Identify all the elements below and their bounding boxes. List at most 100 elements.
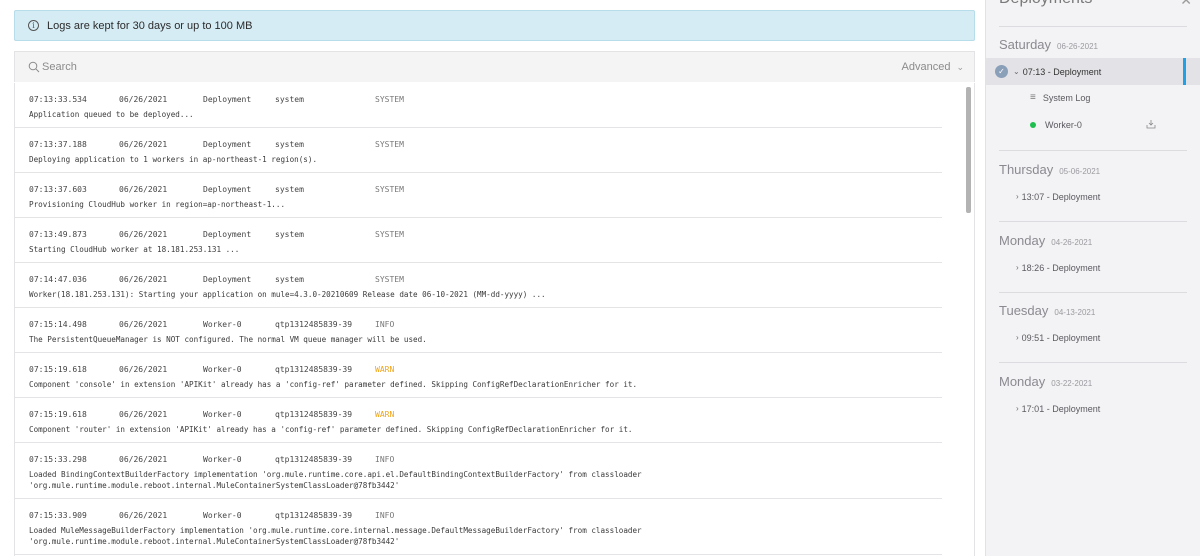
log-message: Application queued to be deployed... [29,110,194,119]
system-log-item[interactable]: ≡ System Log [986,84,1200,111]
day-header: Monday 03-22-2021 [999,374,1092,389]
log-entry[interactable]: 07:15:14.498 06/26/2021 Worker-0 qtp1312485… [15,308,942,353]
scrollbar[interactable] [966,87,972,556]
log-time: 07:15:33.298 [29,454,87,464]
log-entry[interactable]: 07:15:33.909 06/26/2021 Worker-0 qtp1312485… [15,499,942,555]
log-meta: 07:13:37.188 06/26/2021 Deployment system SY… [29,137,942,151]
day-date: 06-26-2021 [1057,42,1098,51]
chevron-down-icon: ⌄ [1013,67,1020,76]
log-source: Worker-0 [203,510,242,520]
log-entry[interactable]: 07:13:33.534 06/26/2021 Deployment system SY… [15,83,942,128]
sidebar-title: Deployments [999,0,1092,8]
deployment-item[interactable]: › 18:26 - Deployment [986,254,1200,281]
log-entry[interactable]: 07:13:37.603 06/26/2021 Deployment system SY… [15,173,942,218]
day-header: Thursday 05-06-2021 [999,162,1100,177]
log-source: Worker-0 [203,319,242,329]
log-thread: qtp1312485839-39 [275,409,353,419]
log-entry[interactable]: !07:15:19.61806/26/2021Worker-0qtp131248… [15,398,942,443]
log-source: Deployment [203,139,252,149]
log-date: 06/26/2021 [119,184,168,194]
divider [999,26,1187,27]
log-source: Deployment [203,184,252,194]
info-banner: i Logs are kept for 30 days or up to 100… [14,10,975,41]
advanced-search-toggle[interactable]: Advanced ⌄ [902,61,964,73]
log-time: 07:15:33.909 [29,510,87,520]
worker-item[interactable]: Worker-0 [986,111,1200,138]
log-thread: qtp1312485839-39 [275,454,353,464]
close-icon[interactable]: ✕ [1180,0,1192,9]
log-meta: 07:15:19.618 06/26/2021 Worker-0 qtp1312485… [29,407,942,421]
deployment-label: 09:51 - Deployment [1021,332,1101,343]
log-message: Component 'router' in extension 'APIKit'… [29,425,633,434]
check-icon: ✓ [995,65,1008,78]
search-bar: Advanced ⌄ [14,51,975,82]
log-time: 07:15:14.498 [29,319,87,329]
divider [999,362,1187,363]
day-name: Monday [999,374,1046,389]
deployment-label: 13:07 - Deployment [1021,191,1101,202]
log-meta: 07:15:33.909 06/26/2021 Worker-0 qtp1312485… [29,508,942,522]
log-time: 07:13:37.603 [29,184,87,194]
system-log-label: System Log [1042,92,1091,103]
log-meta: 07:15:14.498 06/26/2021 Worker-0 qtp1312485… [29,317,942,331]
advanced-label: Advanced [901,61,951,73]
log-level: SYSTEM [375,139,404,149]
log-source: Worker-0 [203,409,242,419]
log-date: 06/26/2021 [119,364,168,374]
log-meta: 07:13:49.873 06/26/2021 Deployment system SY… [29,227,942,241]
log-list[interactable]: 07:13:33.534 06/26/2021 Deployment system SY… [14,83,975,556]
deployments-sidebar: Deployments ✕ Saturday 06-26-2021 ✓ ⌄ 07… [985,0,1200,556]
log-meta: 07:13:37.603 06/26/2021 Deployment system SY… [29,182,942,196]
log-message: Provisioning CloudHub worker in region=a… [29,200,286,209]
deployment-item[interactable]: › 17:01 - Deployment [986,395,1200,422]
chevron-right-icon: › [1016,192,1019,201]
day-date: 05-06-2021 [1059,167,1101,176]
log-message: Starting CloudHub worker at 18.181.253.1… [29,245,240,254]
log-thread: qtp1312485839-39 [275,364,353,374]
log-meta: 07:14:47.036 06/26/2021 Deployment system SY… [29,272,942,286]
day-name: Thursday [999,162,1054,177]
log-meta: 07:15:19.618 06/26/2021 Worker-0 qtp1312485… [29,362,942,376]
divider [999,292,1187,293]
download-icon[interactable] [1146,119,1156,129]
log-entry[interactable]: 07:15:33.298 06/26/2021 Worker-0 qtp1312485… [15,443,942,499]
log-entry[interactable]: 07:13:37.188 06/26/2021 Deployment system SY… [15,128,942,173]
log-time: 07:15:19.618 [29,409,87,419]
log-level: INFO [375,319,395,329]
deployment-label: 17:01 - Deployment [1021,403,1101,414]
search-icon [28,61,40,73]
log-message: Worker(18.181.253.131): Starting your ap… [29,290,546,299]
chevron-right-icon: › [1016,263,1019,272]
log-date: 06/26/2021 [119,319,168,329]
log-meta: 07:15:33.298 06/26/2021 Worker-0 qtp1312485… [29,452,942,466]
day-name: Tuesday [999,303,1049,318]
log-source: Deployment [203,94,252,104]
scrollbar-thumb[interactable] [966,87,971,213]
info-icon: i [28,20,39,31]
deployment-item[interactable]: › 13:07 - Deployment [986,183,1200,210]
log-thread: system [275,184,304,194]
log-time: 07:13:33.534 [29,94,87,104]
log-source: Deployment [203,229,252,239]
log-level: SYSTEM [375,274,404,284]
log-message: Deploying application to 1 workers in ap… [29,155,318,164]
log-entry[interactable]: 07:14:47.036 06/26/2021 Deployment system SY… [15,263,942,308]
log-thread: system [275,229,304,239]
status-dot [1030,121,1036,128]
log-viewer: i Logs are kept for 30 days or up to 100… [0,0,985,556]
search-input[interactable] [42,61,902,73]
log-source: Worker-0 [203,454,242,464]
worker-label: Worker-0 [1045,119,1082,130]
log-date: 06/26/2021 [119,139,168,149]
log-level: WARN [375,364,395,374]
log-date: 06/26/2021 [119,94,168,104]
info-banner-text: Logs are kept for 30 days or up to 100 M… [47,19,253,32]
log-date: 06/26/2021 [119,229,168,239]
log-message: The PersistentQueueManager is NOT config… [29,335,427,344]
deployment-label: 07:13 - Deployment [1022,66,1102,77]
log-date: 06/26/2021 [119,510,168,520]
deployment-item[interactable]: › 09:51 - Deployment [986,324,1200,351]
log-entry[interactable]: 07:13:49.873 06/26/2021 Deployment system SY… [15,218,942,263]
log-entry[interactable]: !07:15:19.61806/26/2021Worker-0qtp131248… [15,353,942,398]
deployment-item-expanded[interactable]: ✓ ⌄ 07:13 - Deployment [986,58,1200,85]
